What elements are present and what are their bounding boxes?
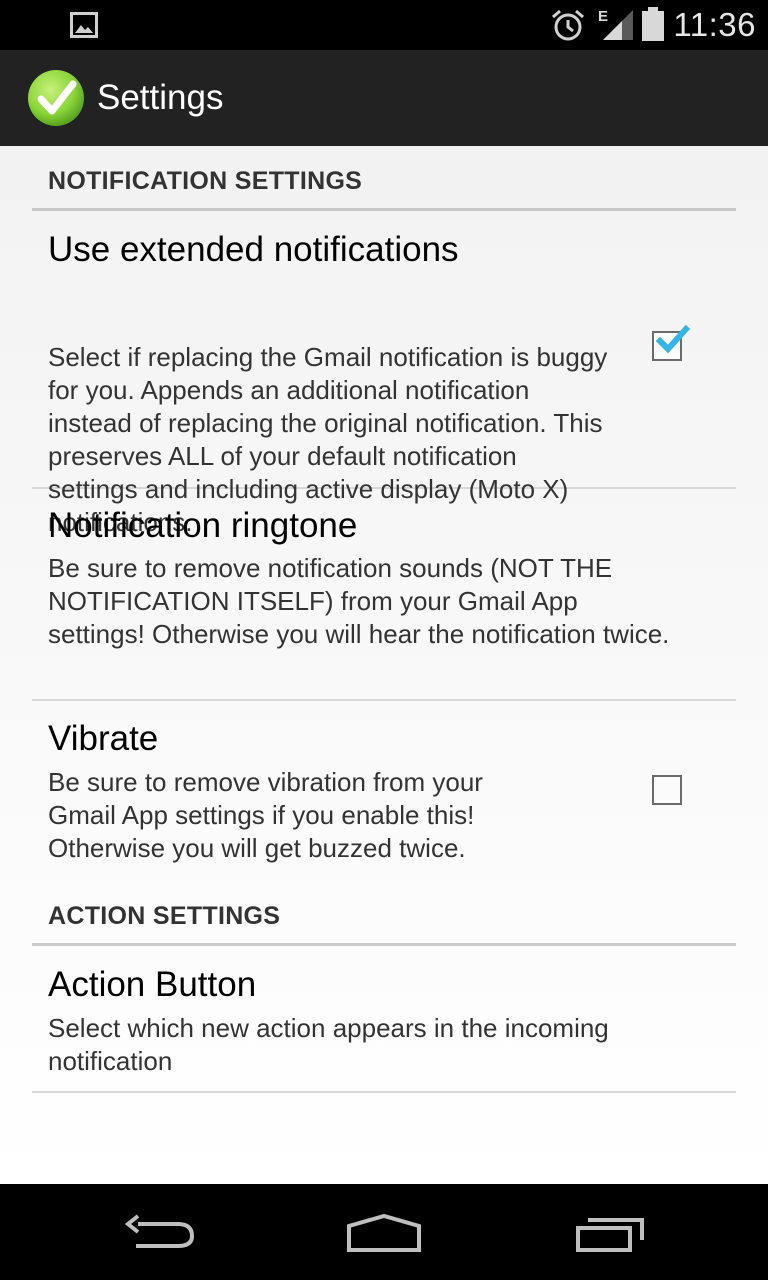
green-checkmark-icon[interactable] [27, 69, 85, 127]
vibrate-checkbox[interactable] [652, 775, 682, 805]
category-header-label: ACTION SETTINGS [48, 902, 281, 930]
signal-icon [603, 10, 633, 40]
category-header-label: NOTIFICATION SETTINGS [48, 167, 363, 195]
category-header-notification: NOTIFICATION SETTINGS [32, 146, 736, 211]
pref-title: Vibrate [48, 719, 159, 758]
pref-action-button[interactable]: Action Button Select which new action ap… [32, 946, 736, 1093]
clock: 11:36 [673, 6, 756, 43]
image-notification-icon [70, 12, 98, 38]
checkmark-icon [655, 324, 690, 354]
action-bar: Settings [0, 50, 768, 146]
pref-title: Notification ringtone [48, 506, 358, 545]
page-title: Settings [97, 78, 224, 117]
back-icon[interactable] [106, 1204, 216, 1260]
pref-summary: Be sure to remove vibration from your Gm… [48, 767, 483, 863]
pref-summary: Be sure to remove notification sounds (N… [48, 553, 670, 649]
navigation-bar [0, 1184, 768, 1280]
pref-vibrate[interactable]: Vibrate Be sure to remove vibration from… [32, 701, 736, 871]
pref-summary: Select which new action appears in the i… [48, 1013, 609, 1076]
status-bar: E 11:36 [0, 0, 768, 50]
battery-icon [642, 7, 664, 41]
pref-extended-notifications[interactable]: Use extended notifications Select if rep… [32, 211, 736, 537]
category-header-action: ACTION SETTINGS [32, 881, 736, 946]
recent-apps-icon[interactable] [554, 1204, 664, 1260]
alarm-icon [552, 9, 584, 41]
settings-list: NOTIFICATION SETTINGS Use extended notif… [0, 146, 768, 1184]
pref-title: Action Button [48, 965, 257, 1004]
pref-notification-ringtone[interactable]: Notification ringtone Be sure to remove … [32, 489, 736, 701]
home-icon[interactable] [329, 1204, 439, 1260]
pref-title: Use extended notifications [48, 230, 459, 269]
